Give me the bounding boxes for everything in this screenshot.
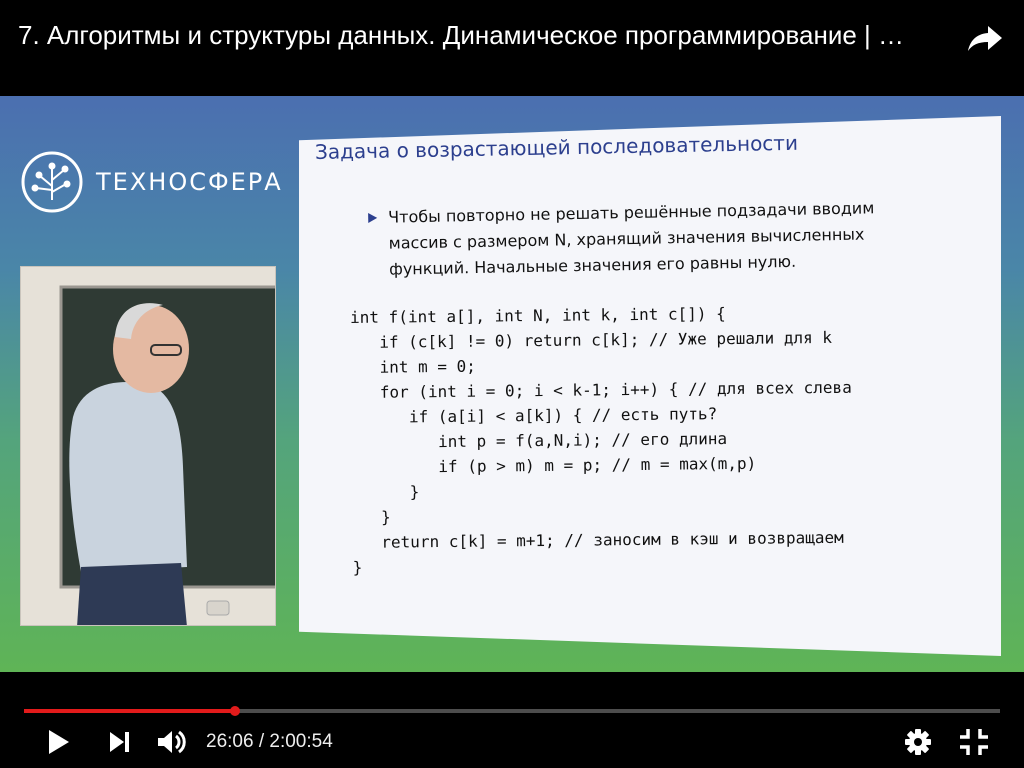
lecturer-image xyxy=(21,267,275,625)
next-icon xyxy=(110,732,129,752)
progress-bar[interactable] xyxy=(24,706,1000,716)
technosphere-logo: ТЕХНОСФЕРА xyxy=(20,150,283,216)
duration: 2:00:54 xyxy=(269,731,333,752)
code-line: if (a[i] < a[k]) { // есть путь? xyxy=(351,404,718,427)
lecturer-camera xyxy=(20,266,276,626)
code-line: int m = 0; xyxy=(350,356,476,377)
next-button[interactable] xyxy=(102,726,138,758)
bullet-marker-icon xyxy=(368,212,378,224)
tree-logo-icon xyxy=(21,151,83,213)
exit-fullscreen-icon xyxy=(960,729,988,755)
title-bar: 7. Алгоритмы и структуры данных. Динамич… xyxy=(0,0,1024,96)
volume-icon xyxy=(158,730,186,754)
video-title[interactable]: 7. Алгоритмы и структуры данных. Динамич… xyxy=(18,20,958,51)
time-separator: / xyxy=(253,731,270,752)
play-icon xyxy=(49,730,69,754)
code-line: } xyxy=(352,507,391,527)
logo-text: ТЕХНОСФЕРА xyxy=(96,168,283,196)
player-controls: 26:06 / 2:00:54 xyxy=(0,672,1024,768)
code-line: } xyxy=(352,557,363,577)
volume-button[interactable] xyxy=(154,726,190,758)
current-time: 26:06 xyxy=(206,731,254,752)
play-button[interactable] xyxy=(40,726,76,758)
settings-button[interactable] xyxy=(900,726,936,758)
share-button[interactable] xyxy=(966,22,1006,54)
share-arrow-icon xyxy=(968,26,1002,51)
gear-icon xyxy=(905,729,931,755)
time-display: 26:06 / 2:00:54 xyxy=(206,731,333,753)
code-line: int p = f(a,N,i); // его длина xyxy=(351,429,728,452)
exit-fullscreen-button[interactable] xyxy=(956,726,992,758)
progress-played xyxy=(24,709,235,713)
code-line: } xyxy=(351,482,420,502)
scrubber-handle[interactable] xyxy=(229,706,240,716)
code-line: int f(int a[], int N, int k, int c[]) { xyxy=(350,304,726,327)
